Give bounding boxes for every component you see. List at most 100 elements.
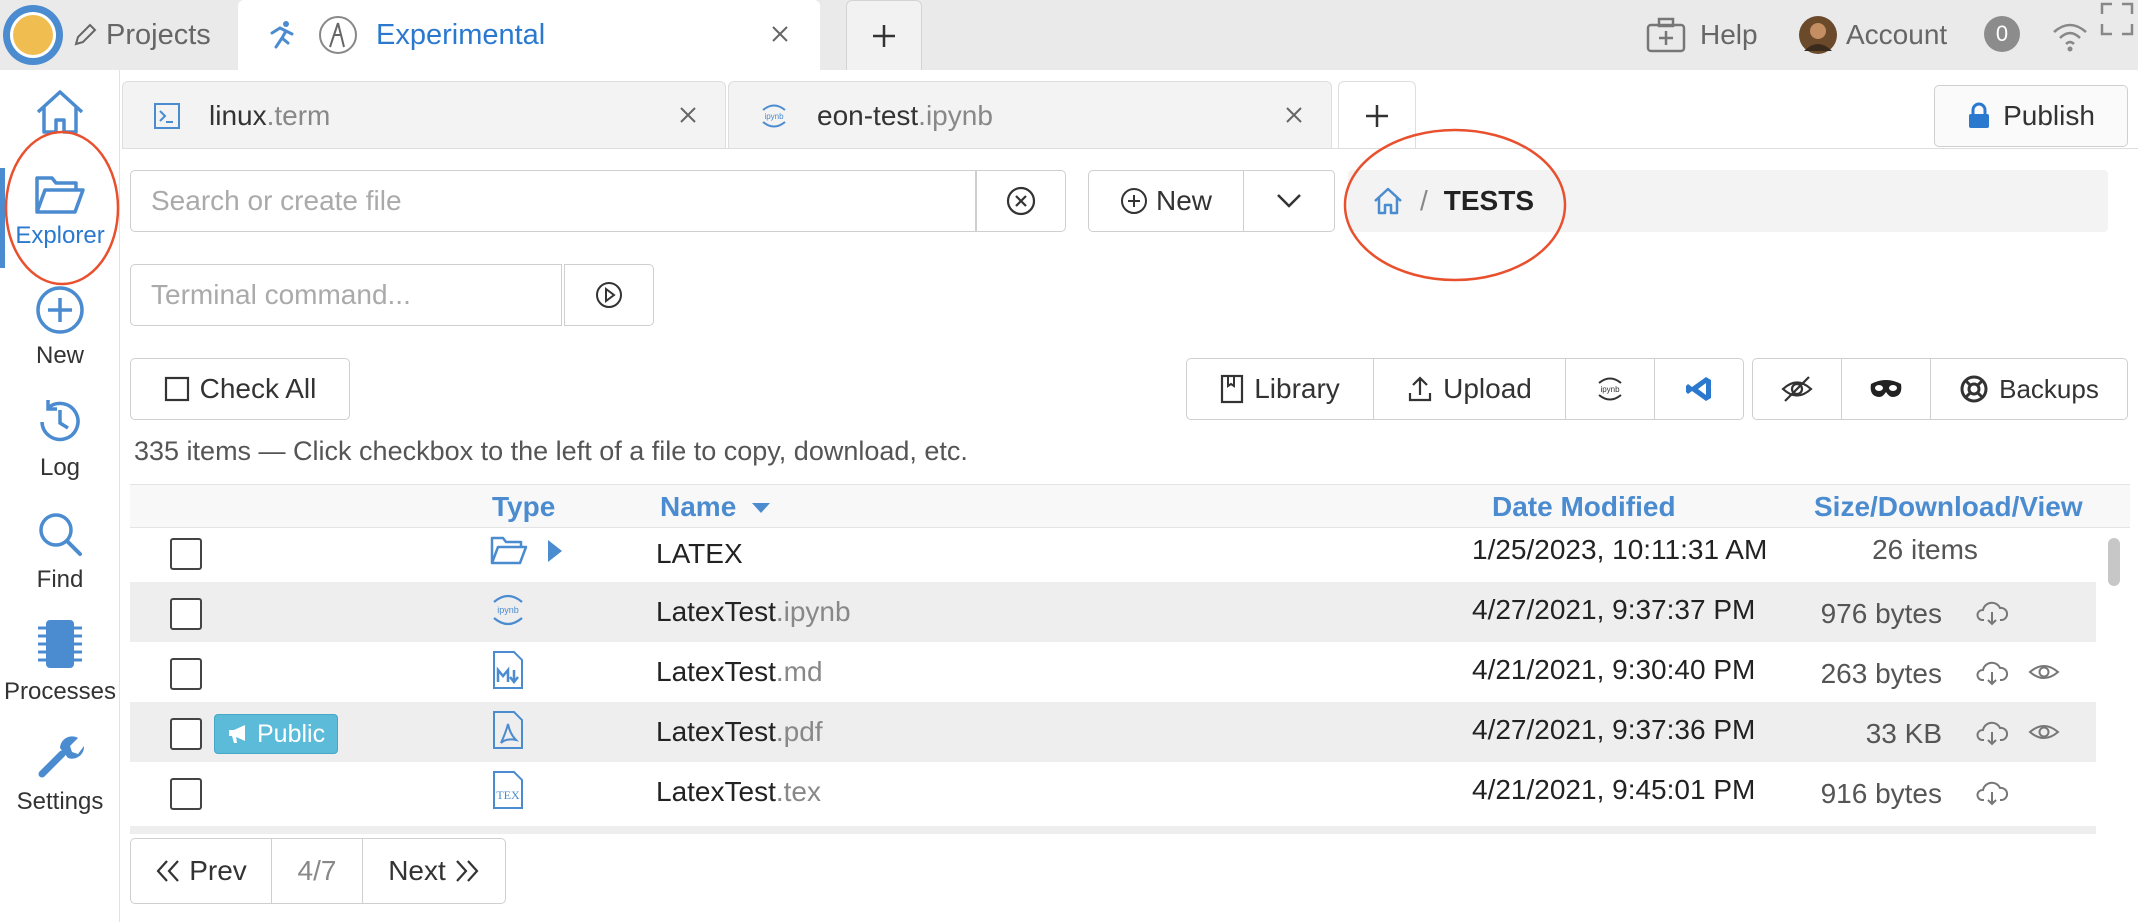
table-row[interactable]: TEX LatexTest.tex 4/21/2021, 9:45:01 PM … <box>130 762 2096 822</box>
new-file-button[interactable]: New <box>1088 170 1244 232</box>
backups-button[interactable]: Backups <box>1930 358 2128 420</box>
prev-page-button[interactable]: Prev <box>130 838 272 904</box>
jupyter-icon: ipynb <box>759 101 789 131</box>
toggle-masked-files-button[interactable] <box>1841 358 1931 420</box>
file-tab-label: linux.term <box>209 99 331 131</box>
row-checkbox[interactable] <box>170 598 202 630</box>
cloud-download-icon[interactable] <box>1976 600 2008 626</box>
column-header-size[interactable]: Size/Download/View <box>1814 491 2083 523</box>
next-page-button[interactable]: Next <box>362 838 506 904</box>
check-all-button[interactable]: Check All <box>130 358 350 420</box>
fullscreen-icon[interactable] <box>2100 2 2134 36</box>
sidebar-item-find[interactable]: Find <box>0 508 120 594</box>
markdown-icon <box>492 650 524 690</box>
account-label: Account <box>1846 19 1948 50</box>
run-terminal-button[interactable] <box>564 264 654 326</box>
new-file-dropdown-button[interactable] <box>1243 170 1335 232</box>
breadcrumb: / TESTS <box>1348 170 2108 232</box>
backups-label: Backups <box>1999 373 2099 404</box>
row-checkbox[interactable] <box>170 778 202 810</box>
help-button[interactable]: Help <box>1646 0 1758 70</box>
projects-tab[interactable]: Projects <box>72 0 232 70</box>
jupyter-button[interactable]: ipynb <box>1565 358 1655 420</box>
cloud-download-icon[interactable] <box>1976 780 2008 806</box>
clear-search-button[interactable] <box>976 170 1066 232</box>
column-header-name[interactable]: Name <box>660 491 736 523</box>
book-icon <box>1220 374 1244 404</box>
cloud-download-icon[interactable] <box>1976 720 2008 746</box>
caret-right-icon[interactable] <box>546 538 564 564</box>
cloud-download-icon[interactable] <box>1976 660 2008 686</box>
row-checkbox[interactable] <box>170 718 202 750</box>
row-size: 976 bytes <box>1820 598 1942 629</box>
life-ring-icon <box>1959 374 1989 404</box>
sidebar-item-home[interactable] <box>0 88 120 136</box>
prev-label: Prev <box>189 855 247 886</box>
row-checkbox[interactable] <box>170 538 202 570</box>
table-row[interactable]: ipynb LatexTest.ipynb 4/27/2021, 9:37:37… <box>130 582 2096 642</box>
row-name[interactable]: LatexTest.ipynb <box>656 596 851 628</box>
breadcrumb-current[interactable]: TESTS <box>1444 185 1534 217</box>
table-row[interactable]: LATEX 1/25/2023, 10:11:31 AM 26 items <box>130 522 2096 582</box>
home-icon[interactable] <box>1372 186 1404 216</box>
close-circle-icon <box>1005 185 1037 217</box>
table-row[interactable]: Public LatexTest.pdf 4/27/2021, 9:37:36 … <box>130 702 2096 762</box>
sidebar-item-new[interactable]: New <box>0 284 120 370</box>
public-badge[interactable]: Public <box>214 714 339 754</box>
lock-icon <box>1967 102 1991 130</box>
sidebar-item-log[interactable]: Log <box>0 396 120 482</box>
add-file-tab-button[interactable] <box>1338 81 1416 149</box>
publish-button[interactable]: Publish <box>1934 85 2128 147</box>
close-file-tab-icon[interactable] <box>677 104 699 126</box>
double-chevron-right-icon <box>454 859 480 883</box>
vscode-icon <box>1684 374 1714 404</box>
folder-open-icon <box>490 536 528 566</box>
vscode-button[interactable] <box>1654 358 1744 420</box>
upload-button[interactable]: Upload <box>1373 358 1566 420</box>
projects-tab-label: Projects <box>106 18 211 51</box>
wifi-icon[interactable] <box>2050 20 2090 52</box>
library-button[interactable]: Library <box>1186 358 1374 420</box>
sidebar-item-processes[interactable]: Processes <box>0 616 120 706</box>
project-tab-experimental[interactable]: Experimental <box>238 0 820 70</box>
app-logo-icon[interactable] <box>0 2 66 68</box>
table-scrollbar[interactable] <box>2100 530 2126 830</box>
page-indicator: 4/7 <box>271 838 363 904</box>
left-sidebar: Explorer New Log Find Processes Settings <box>0 70 120 922</box>
close-tab-icon[interactable] <box>768 22 792 46</box>
table-row[interactable]: LatexTest.md 4/21/2021, 9:30:40 PM 263 b… <box>130 642 2096 702</box>
file-tab-eon-test-ipynb[interactable]: ipynb eon-test.ipynb <box>728 81 1332 149</box>
sidebar-item-label: Explorer <box>15 222 105 249</box>
search-placeholder: Search or create file <box>151 185 402 216</box>
terminal-icon <box>153 102 181 130</box>
search-input[interactable]: Search or create file <box>130 170 976 232</box>
add-project-tab-button[interactable] <box>846 0 922 70</box>
top-bar: Projects Experimental Help Account 0 <box>0 0 2138 70</box>
file-tab-linux-term[interactable]: linux.term <box>122 81 726 149</box>
row-name[interactable]: LatexTest.md <box>656 656 823 688</box>
notifications-badge[interactable]: 0 <box>1984 16 2020 52</box>
close-file-tab-icon[interactable] <box>1283 104 1305 126</box>
eye-icon[interactable] <box>2028 660 2060 684</box>
row-name[interactable]: LATEX <box>656 538 743 570</box>
eye-icon[interactable] <box>2028 720 2060 744</box>
row-size: 916 bytes <box>1820 778 1942 809</box>
bullhorn-icon <box>227 723 251 745</box>
pdf-icon <box>492 710 524 750</box>
account-button[interactable]: Account <box>1798 0 1947 70</box>
sidebar-item-label: Find <box>36 566 84 593</box>
sidebar-item-settings[interactable]: Settings <box>0 730 120 816</box>
sidebar-item-explorer[interactable]: Explorer <box>0 174 120 250</box>
row-checkbox[interactable] <box>170 658 202 690</box>
plus-circle-icon <box>1120 187 1148 215</box>
toggle-hidden-files-button[interactable] <box>1752 358 1842 420</box>
column-header-date[interactable]: Date Modified <box>1492 491 1676 523</box>
row-name[interactable]: LatexTest.pdf <box>656 716 823 748</box>
library-label: Library <box>1254 373 1340 404</box>
medkit-icon <box>1646 17 1686 53</box>
jupyter-icon: ipynb <box>1595 374 1625 404</box>
terminal-command-input[interactable]: Terminal command... <box>130 264 562 326</box>
row-name[interactable]: LatexTest.tex <box>656 776 821 808</box>
column-header-type[interactable]: Type <box>492 491 555 523</box>
scrollbar-thumb[interactable] <box>2108 538 2120 586</box>
